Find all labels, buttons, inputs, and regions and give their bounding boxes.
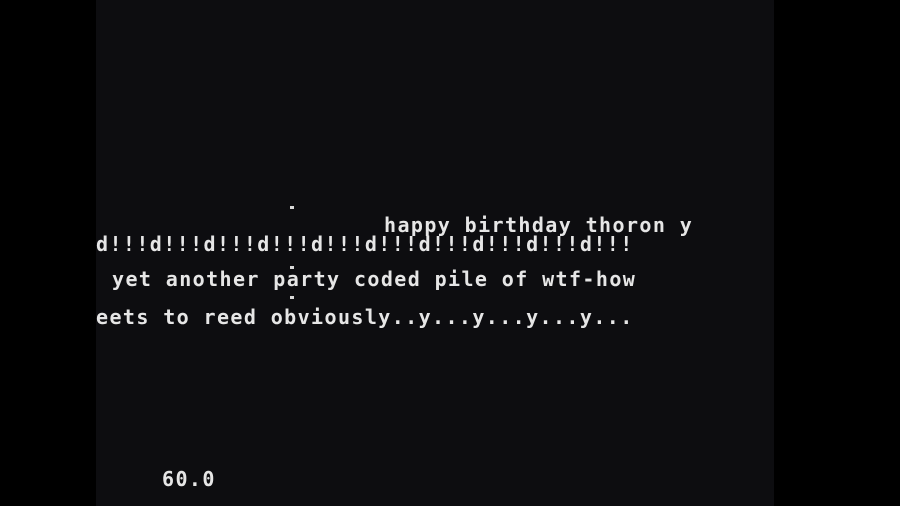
demo-screen: happy birthday thoron y d!!!d!!!d!!!d!!!… [96,0,774,506]
fps-counter: 60.0 [162,467,216,491]
star-dot [290,206,294,209]
video-frame: happy birthday thoron y d!!!d!!!d!!!d!!!… [0,0,900,506]
scroller-line-2: d!!!d!!!d!!!d!!!d!!!d!!!d!!!d!!!d!!!d!!! [96,232,634,256]
scroller-line-4: eets to reed obviously..y...y...y...y... [96,305,634,329]
star-dot [290,296,294,299]
scroller-line-3: yet another party coded pile of wtf-how [112,267,637,291]
